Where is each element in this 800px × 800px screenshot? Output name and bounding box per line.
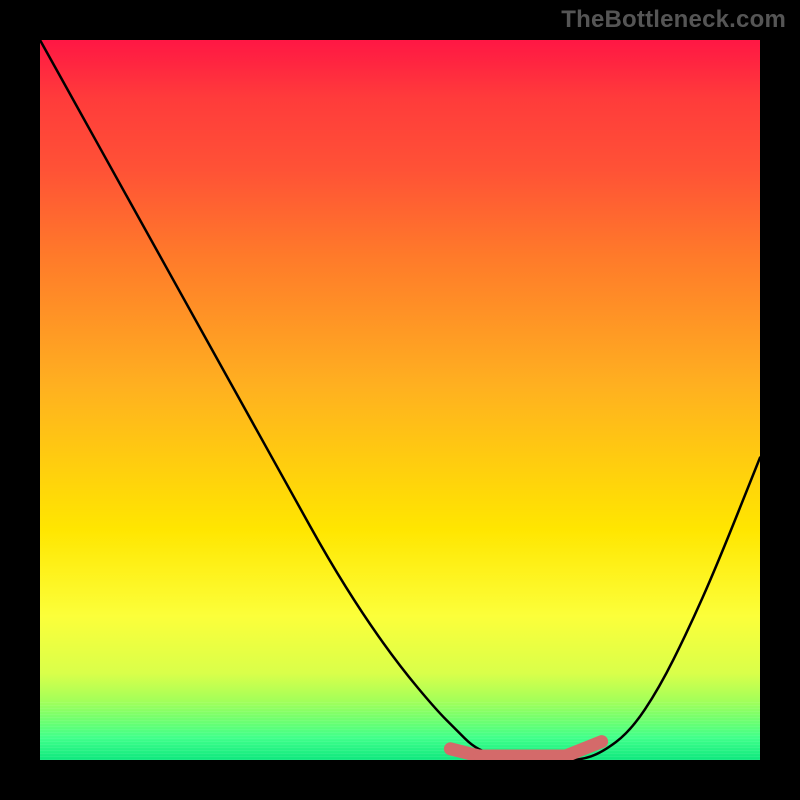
optimal-band-right <box>596 736 608 748</box>
watermark-text: TheBottleneck.com <box>561 6 786 34</box>
chart-frame: TheBottleneck.com <box>0 0 800 800</box>
plot-area <box>40 40 760 760</box>
curve-layer <box>40 40 760 760</box>
bottleneck-curve <box>40 40 760 760</box>
optimal-band-left <box>444 743 456 755</box>
optimal-band <box>450 742 601 756</box>
optimal-markers <box>444 736 607 760</box>
